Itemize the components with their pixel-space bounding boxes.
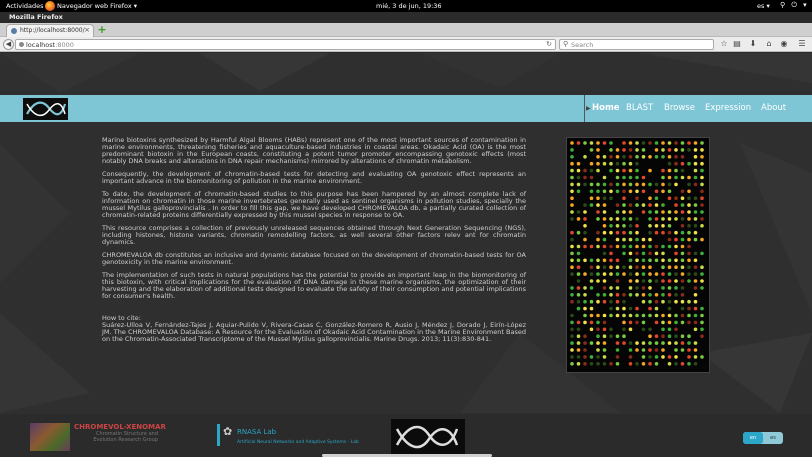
partner2-title[interactable]: RNASA Lab <box>237 428 276 436</box>
language-switch[interactable]: en es <box>743 432 783 444</box>
site-info-icon[interactable] <box>19 42 24 47</box>
site-header: ▶ Home BLAST Browse Expression About <box>0 95 812 122</box>
microarray-image <box>566 137 710 373</box>
url-port: :8000 <box>55 41 74 49</box>
menu-icon[interactable]: ☰ <box>797 39 807 48</box>
tab-strip: http://localhost:8000/ × + <box>0 23 812 37</box>
nav-blast[interactable]: BLAST <box>626 103 653 113</box>
partner2-subtitle: Artificial Neural Networks and Adaptive … <box>237 440 359 445</box>
close-icon[interactable]: × <box>84 26 90 34</box>
activities-button[interactable]: Actividades <box>6 2 44 10</box>
lang-en-button[interactable]: en <box>743 432 763 444</box>
paragraph: To date, the development of chromatin-ba… <box>102 190 526 219</box>
citation: Suárez-Ulloa V, Fernández-Tajes J, Aguia… <box>102 321 526 343</box>
paragraph: The implementation of such tests in natu… <box>102 271 526 300</box>
intro-text: Marine biotoxins synthesized by Harmful … <box>102 137 526 349</box>
tab-localhost[interactable]: http://localhost:8000/ × <box>6 24 94 37</box>
url-bar[interactable]: localhost:8000 ↻ <box>15 39 556 50</box>
paragraph: Consequently, the development of chromat… <box>102 170 526 185</box>
microarray-spots <box>570 141 704 366</box>
navigation-toolbar: ◀ localhost:8000 ↻ ⚲ Search ☆ ▤ ⬇ ⌂ ◉ ☰ <box>0 37 812 52</box>
paragraph: This resource comprises a collection of … <box>102 224 526 246</box>
nav-expression[interactable]: Expression <box>705 103 751 113</box>
download-icon[interactable]: ⬇ <box>748 39 758 48</box>
url-host: localhost <box>26 41 56 49</box>
partner1-subtitle: Chromatin Structure and Evolution Resear… <box>93 431 158 443</box>
dna-helix-icon <box>26 101 67 117</box>
lang-es-button[interactable]: es <box>763 432 783 444</box>
new-tab-button[interactable]: + <box>97 24 107 35</box>
keyboard-layout[interactable]: es ▾ <box>757 2 770 10</box>
rnasa-logo-bar <box>217 424 220 446</box>
dna-helix-icon <box>395 425 459 449</box>
star-icon[interactable]: ☆ <box>719 39 729 48</box>
back-icon[interactable]: ◀ <box>3 39 14 50</box>
search-placeholder: Search <box>571 41 594 49</box>
main-nav: ▶ Home BLAST Browse Expression About <box>584 95 786 122</box>
reload-icon[interactable]: ↻ <box>546 40 552 48</box>
web-page: ▶ Home BLAST Browse Expression About Mar… <box>0 53 812 457</box>
window-title: Mozilla Firefox <box>9 13 63 21</box>
app-menu[interactable]: Navegador web Firefox ▾ <box>57 2 137 10</box>
system-status-icons[interactable]: ⚲ ⏻ ▾ <box>780 1 809 10</box>
globe-icon <box>11 28 17 34</box>
paragraph: Marine biotoxins synthesized by Harmful … <box>102 136 526 165</box>
system-top-bar: Actividades Navegador web Firefox ▾ mié,… <box>0 0 812 12</box>
reader-icon[interactable]: ▤ <box>732 39 742 48</box>
nav-pointer-icon: ▶ <box>586 105 591 112</box>
site-footer: CHROMEVOL-XENOMAR Chromatin Structure an… <box>0 414 812 457</box>
clock[interactable]: mié, 3 de jun, 19:36 <box>376 2 442 10</box>
frog-icon: ✿ <box>223 425 233 438</box>
window-titlebar: Mozilla Firefox <box>0 12 812 23</box>
sync-icon[interactable]: ◉ <box>779 39 789 48</box>
footer-logo[interactable] <box>391 419 465 457</box>
url-text: localhost:8000 <box>26 41 74 49</box>
paragraph: CHROMEVALOA db constitutes an inclusive … <box>102 251 526 266</box>
nav-home[interactable]: Home <box>592 103 620 113</box>
partner1-title[interactable]: CHROMEVOL-XENOMAR <box>74 423 166 431</box>
site-logo[interactable] <box>23 98 68 120</box>
chromevol-logo[interactable] <box>30 423 70 451</box>
nav-about[interactable]: About <box>761 103 786 113</box>
nav-browse[interactable]: Browse <box>664 103 695 113</box>
search-icon: ⚲ <box>563 40 569 48</box>
home-icon[interactable]: ⌂ <box>764 39 774 48</box>
search-input[interactable]: ⚲ Search <box>559 39 714 50</box>
firefox-icon <box>45 1 55 11</box>
tab-label: http://localhost:8000/ <box>20 27 85 34</box>
